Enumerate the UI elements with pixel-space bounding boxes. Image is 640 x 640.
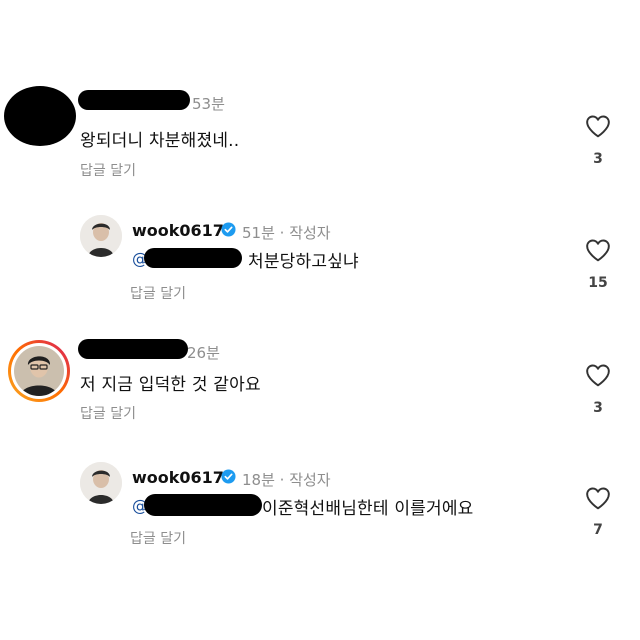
verified-badge-icon [221,469,236,484]
like-count: 3 [593,151,603,167]
redacted-mention [144,494,262,516]
comment-time: 18분 · 작성자 [242,471,331,489]
reply-button[interactable]: 답글 달기 [130,528,186,548]
reply-button[interactable]: 답글 달기 [80,403,136,423]
reply-button[interactable]: 답글 달기 [80,160,136,180]
redacted-mention [144,248,242,268]
comment-time: 51분 · 작성자 [242,224,331,242]
reply-button[interactable]: 답글 달기 [130,283,186,303]
heart-outline-icon[interactable] [585,363,611,387]
redacted-avatar [4,86,76,146]
avatar-story-ring[interactable] [8,340,70,402]
comment-time: 26분 [187,344,220,362]
author-username[interactable]: wook0617 [132,221,224,240]
author-username[interactable]: wook0617 [132,468,224,487]
comment-text: 처분당하고싶냐 [248,252,359,272]
like-count: 7 [593,522,603,538]
heart-outline-icon[interactable] [585,238,611,262]
redacted-username [78,339,188,359]
avatar[interactable] [80,215,122,257]
heart-outline-icon[interactable] [585,114,611,138]
verified-badge-icon [221,222,236,237]
like-count: 3 [593,400,603,416]
comment-text: 왕되더니 차분해졌네.. [80,131,240,151]
heart-outline-icon[interactable] [585,486,611,510]
comment-time: 53분 [192,95,225,113]
comment-text: 저 지금 입덕한 것 같아요 [80,375,261,395]
comment-text: 이준혁선배님한테 이를거에요 [262,499,474,519]
redacted-username [78,90,190,110]
like-count: 15 [588,275,608,291]
avatar[interactable] [80,462,122,504]
